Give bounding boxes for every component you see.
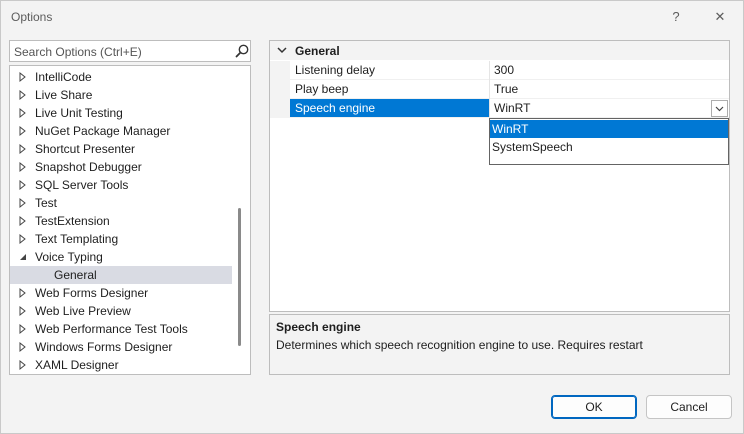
category-label: General: [295, 44, 340, 58]
options-dialog: Options ? ✕ IntelliCode Live Share Live …: [0, 0, 744, 434]
tree-item-label: Web Live Preview: [35, 304, 131, 318]
tree-item-windows-forms-designer[interactable]: Windows Forms Designer: [10, 338, 232, 356]
tree-item-label: Web Performance Test Tools: [35, 322, 188, 336]
expand-arrow-icon[interactable]: [18, 230, 28, 248]
tree-item-label: XAML Designer: [35, 358, 119, 372]
expand-arrow-icon[interactable]: [18, 212, 28, 230]
description-title: Speech engine: [276, 320, 361, 334]
tree-item-sql-server-tools[interactable]: SQL Server Tools: [10, 176, 232, 194]
row-margin: [270, 99, 290, 118]
tree-item-text-templating[interactable]: Text Templating: [10, 230, 232, 248]
property-row-speech-engine[interactable]: Speech engine WinRT: [270, 99, 729, 118]
property-name[interactable]: Speech engine: [290, 99, 490, 118]
search-box[interactable]: [9, 40, 251, 62]
tree-item-web-live-preview[interactable]: Web Live Preview: [10, 302, 232, 320]
property-name[interactable]: Listening delay: [290, 61, 490, 80]
property-value[interactable]: True: [490, 80, 729, 99]
tree-item-label: Snapshot Debugger: [35, 160, 142, 174]
chevron-down-icon[interactable]: [276, 43, 288, 57]
ok-button[interactable]: OK: [551, 395, 637, 419]
expand-arrow-icon[interactable]: [18, 302, 28, 320]
tree-item-xaml-designer[interactable]: XAML Designer: [10, 356, 232, 374]
tree-item-testextension[interactable]: TestExtension: [10, 212, 232, 230]
dropdown-toggle[interactable]: [711, 100, 728, 117]
property-row-play-beep[interactable]: Play beep True: [270, 80, 729, 99]
tree-item-general[interactable]: General: [10, 266, 232, 284]
expand-arrow-icon[interactable]: [18, 68, 28, 86]
expand-arrow-icon[interactable]: [18, 158, 28, 176]
tree-item-label: Voice Typing: [35, 250, 103, 264]
tree-item-label: Text Templating: [35, 232, 119, 246]
search-input[interactable]: [14, 44, 224, 60]
expand-arrow-icon[interactable]: [18, 356, 28, 374]
tree-item-label: NuGet Package Manager: [35, 124, 171, 138]
row-margin: [270, 61, 290, 80]
speech-engine-dropdown-list[interactable]: WinRT SystemSpeech: [489, 118, 729, 165]
search-icon[interactable]: [234, 43, 250, 59]
property-row-listening-delay[interactable]: Listening delay 300: [270, 61, 729, 80]
expand-arrow-icon[interactable]: [18, 176, 28, 194]
tree-item-intellicode[interactable]: IntelliCode: [10, 68, 232, 86]
description-panel: Speech engine Determines which speech re…: [269, 314, 730, 375]
row-margin: [270, 80, 290, 99]
tree-item-label: SQL Server Tools: [35, 178, 129, 192]
dropdown-option-winrt[interactable]: WinRT: [490, 120, 728, 138]
tree-item-web-forms-designer[interactable]: Web Forms Designer: [10, 284, 232, 302]
category-header[interactable]: General: [270, 41, 729, 60]
tree-item-label: IntelliCode: [35, 70, 92, 84]
collapse-arrow-icon[interactable]: [18, 248, 28, 266]
close-button[interactable]: ✕: [706, 7, 734, 27]
tree-item-voice-typing[interactable]: Voice Typing: [10, 248, 232, 266]
tree-item-live-share[interactable]: Live Share: [10, 86, 232, 104]
tree-scrollbar[interactable]: [238, 208, 241, 346]
property-value[interactable]: 300: [490, 61, 729, 80]
chevron-down-icon: [715, 106, 724, 112]
dropdown-option-systemspeech[interactable]: SystemSpeech: [490, 138, 728, 156]
window-title: Options: [11, 10, 53, 24]
help-button[interactable]: ?: [662, 7, 690, 27]
tree-item-snapshot-debugger[interactable]: Snapshot Debugger: [10, 158, 232, 176]
tree-item-label: Web Forms Designer: [35, 286, 149, 300]
tree-item-label: Test: [35, 196, 58, 210]
tree-item-label: Live Share: [35, 88, 93, 102]
tree-item-shortcut-presenter[interactable]: Shortcut Presenter: [10, 140, 232, 158]
tree-item-label: Windows Forms Designer: [35, 340, 173, 354]
expand-arrow-icon[interactable]: [18, 194, 28, 212]
expand-arrow-icon[interactable]: [18, 338, 28, 356]
tree-item-nuget-package-manager[interactable]: NuGet Package Manager: [10, 122, 232, 140]
property-grid: General Listening delay 300 Play beep Tr…: [269, 40, 730, 312]
tree-item-label: Live Unit Testing: [35, 106, 123, 120]
expand-arrow-icon[interactable]: [18, 86, 28, 104]
expand-arrow-icon[interactable]: [18, 104, 28, 122]
tree-item-label: TestExtension: [35, 214, 110, 228]
options-tree[interactable]: IntelliCode Live Share Live Unit Testing…: [9, 65, 251, 375]
expand-arrow-icon[interactable]: [18, 140, 28, 158]
tree-item-label: Shortcut Presenter: [35, 142, 136, 156]
title-bar: Options ? ✕: [1, 1, 743, 33]
expand-arrow-icon[interactable]: [18, 284, 28, 302]
description-text: Determines which speech recognition engi…: [276, 338, 643, 352]
property-value[interactable]: WinRT: [490, 99, 729, 118]
tree-item-live-unit-testing[interactable]: Live Unit Testing: [10, 104, 232, 122]
tree-item-test[interactable]: Test: [10, 194, 232, 212]
tree-item-web-performance-test-tools[interactable]: Web Performance Test Tools: [10, 320, 232, 338]
tree-item-label: General: [54, 268, 97, 282]
cancel-button[interactable]: Cancel: [646, 395, 732, 419]
expand-arrow-icon[interactable]: [18, 122, 28, 140]
property-name[interactable]: Play beep: [290, 80, 490, 99]
expand-arrow-icon[interactable]: [18, 320, 28, 338]
